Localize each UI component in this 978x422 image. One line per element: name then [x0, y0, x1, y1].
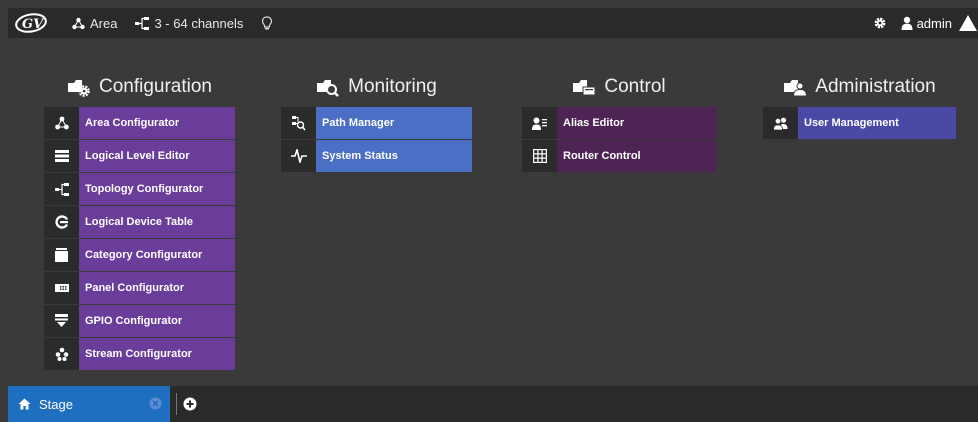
- gear-icon: [874, 17, 885, 29]
- stage-tab-label: Stage: [39, 396, 73, 412]
- users-icon: [772, 117, 787, 130]
- hint-button[interactable]: [261, 15, 273, 31]
- area-icon: [54, 116, 69, 130]
- settings-button[interactable]: [873, 16, 887, 30]
- gpio-icon: [55, 314, 68, 327]
- path-manager-label: Path Manager: [316, 107, 472, 139]
- topology-icon: [54, 182, 69, 196]
- area-icon: [72, 17, 85, 29]
- alias-editor-button[interactable]: Alias Editor: [522, 107, 716, 140]
- monitoring-column: Monitoring Path Manager System Status: [281, 74, 472, 173]
- tab-separator: [176, 393, 177, 415]
- channels-selector[interactable]: 3 - 64 channels: [135, 16, 243, 31]
- channels-label: 3 - 64 channels: [154, 15, 244, 31]
- configuration-heading: Configuration: [44, 74, 235, 100]
- path-manager-icon: [291, 115, 306, 131]
- logical-level-editor-button[interactable]: Logical Level Editor: [44, 140, 235, 173]
- area-label: Area: [90, 15, 118, 31]
- control-icon: [573, 80, 596, 96]
- launcher-panel: Configuration Area Configurator Logical …: [8, 38, 978, 386]
- control-heading: Control: [522, 74, 716, 100]
- category-configurator-label: Category Configurator: [79, 239, 235, 271]
- configuration-column: Configuration Area Configurator Logical …: [44, 74, 235, 371]
- topology-configurator-label: Topology Configurator: [79, 173, 235, 205]
- router-control-button[interactable]: Router Control: [522, 140, 716, 173]
- administration-column: Administration User Management: [763, 74, 956, 140]
- monitoring-icon: [317, 80, 340, 97]
- pulse-icon: [290, 149, 307, 163]
- svg-text:GV: GV: [22, 17, 45, 32]
- logical-device-table-button[interactable]: Logical Device Table: [44, 206, 235, 239]
- topology-configurator-button[interactable]: Topology Configurator: [44, 173, 235, 206]
- area-selector[interactable]: Area: [72, 16, 117, 31]
- router-control-label: Router Control: [557, 140, 716, 172]
- logical-level-editor-label: Logical Level Editor: [79, 140, 235, 172]
- user-icon: [901, 16, 913, 30]
- area-configurator-button[interactable]: Area Configurator: [44, 107, 235, 140]
- stack-icon: [54, 150, 69, 162]
- top-bar: GV Area 3 - 64 channels admin: [8, 8, 978, 38]
- add-tab-button[interactable]: [183, 397, 197, 411]
- triangle-up-icon: [959, 15, 977, 31]
- system-status-label: System Status: [316, 140, 472, 172]
- configuration-icon: [67, 80, 90, 97]
- alias-icon: [532, 117, 547, 130]
- expand-button[interactable]: [958, 14, 978, 32]
- monitoring-title: Monitoring: [348, 76, 437, 97]
- panel-icon: [54, 284, 69, 292]
- close-tab-button[interactable]: [149, 397, 162, 410]
- logical-device-table-label: Logical Device Table: [79, 206, 235, 238]
- panel-configurator-label: Panel Configurator: [79, 272, 235, 304]
- administration-title: Administration: [815, 76, 936, 97]
- path-manager-button[interactable]: Path Manager: [281, 107, 472, 140]
- alias-editor-label: Alias Editor: [557, 107, 716, 139]
- bottom-bar: Stage: [8, 386, 978, 422]
- lightbulb-icon: [262, 15, 273, 29]
- gpio-configurator-label: GPIO Configurator: [79, 305, 235, 337]
- system-status-button[interactable]: System Status: [281, 140, 472, 173]
- topology-icon: [135, 16, 150, 30]
- close-icon: [149, 397, 162, 410]
- stream-configurator-label: Stream Configurator: [79, 338, 235, 370]
- user-management-label: User Management: [798, 107, 956, 139]
- category-icon: [55, 248, 68, 262]
- configuration-title: Configuration: [98, 76, 213, 97]
- gv-logo[interactable]: GV: [8, 8, 54, 38]
- device-table-icon: [54, 215, 68, 229]
- home-icon: [18, 398, 31, 410]
- area-configurator-label: Area Configurator: [79, 107, 235, 139]
- administration-icon: [784, 80, 808, 97]
- user-label: admin: [916, 15, 952, 31]
- plus-circle-icon: [183, 397, 197, 411]
- topbar-right: admin: [873, 8, 978, 38]
- administration-heading: Administration: [763, 74, 956, 100]
- control-column: Control Alias Editor Router Control: [522, 74, 716, 173]
- panel-configurator-button[interactable]: Panel Configurator: [44, 272, 235, 305]
- stage-tab[interactable]: Stage: [8, 386, 170, 422]
- user-management-button[interactable]: User Management: [763, 107, 956, 140]
- control-title: Control: [604, 76, 666, 97]
- stream-icon: [55, 347, 68, 361]
- gpio-configurator-button[interactable]: GPIO Configurator: [44, 305, 235, 338]
- monitoring-heading: Monitoring: [281, 74, 472, 100]
- user-menu[interactable]: admin: [901, 16, 952, 31]
- category-configurator-button[interactable]: Category Configurator: [44, 239, 235, 272]
- grid-icon: [532, 149, 547, 163]
- gv-logo-mark: GV: [15, 13, 47, 33]
- stream-configurator-button[interactable]: Stream Configurator: [44, 338, 235, 371]
